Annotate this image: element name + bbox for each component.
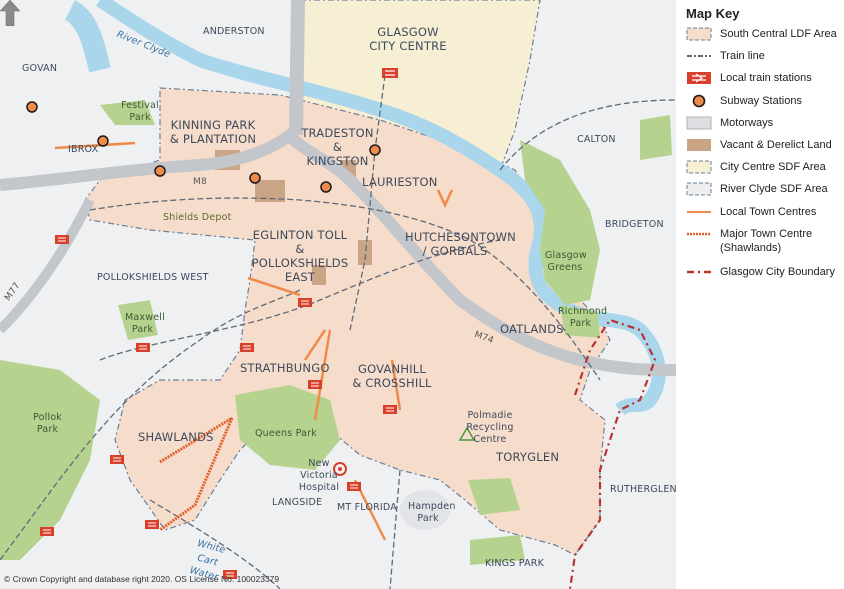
label-govanhill: GOVANHILL & CROSSHILL — [352, 362, 432, 390]
vacant-land — [358, 240, 372, 265]
label-pollokshields-west: POLLOKSHIELDS WEST — [97, 272, 209, 283]
key-item-city-boundary: Glasgow City Boundary — [686, 265, 835, 279]
key-item-train-station: Local train stations — [686, 71, 812, 85]
key-label: Local train stations — [720, 72, 812, 84]
key-item-train-line: Train line — [686, 49, 765, 63]
city-boundary-line — [687, 270, 711, 274]
label-glasgow-city-centre: GLASGOW CITY CENTRE — [369, 25, 447, 53]
label-laurieston: LAURIESTON — [362, 175, 438, 189]
key-label: Vacant & Derelict Land — [720, 139, 832, 151]
key-label: Subway Stations — [720, 95, 802, 107]
key-item-ldf-area: South Central LDF Area — [686, 27, 837, 41]
label-tradeston: TRADESTON & KINGSTON — [301, 126, 374, 168]
motorway-swatch — [686, 116, 712, 130]
label-eglinton-toll: EGLINTON TOLL & POLLOKSHIELDS EAST — [251, 228, 349, 284]
label-pollok-park: Pollok Park — [33, 412, 62, 435]
key-label: Train line — [720, 50, 765, 62]
label-polmadie: Polmadie Recycling Centre — [466, 410, 514, 445]
map-key: Map Key South Central LDF Area Train lin… — [676, 0, 844, 589]
label-langside: LANGSIDE — [272, 497, 323, 508]
label-anderston: ANDERSTON — [203, 26, 265, 37]
label-ibrox: IBROX — [68, 144, 99, 155]
key-label: Motorways — [720, 117, 774, 129]
label-toryglen: TORYGLEN — [496, 450, 560, 464]
label-hutchesontown: HUTCHESONTOWN / GORBALS — [405, 230, 516, 258]
label-kings-park: KINGS PARK — [485, 558, 544, 569]
label-queens-park: Queens Park — [255, 428, 317, 439]
key-item-subway: Subway Stations — [686, 94, 802, 108]
map-key-title: Map Key — [686, 6, 740, 21]
key-label: Major Town Centre (Shawlands) — [720, 228, 813, 254]
subway-station-icon — [692, 94, 706, 108]
calton-park — [640, 115, 672, 160]
train-station-icon — [687, 72, 711, 84]
key-item-motorways: Motorways — [686, 116, 773, 130]
label-kinning-park: KINNING PARK & PLANTATION — [169, 118, 257, 146]
label-mt-florida: MT FLORIDA — [337, 502, 397, 513]
north-arrow-icon — [0, 0, 20, 26]
copyright-notice: © Crown Copyright and database right 202… — [4, 574, 280, 584]
label-govan: GOVAN — [22, 63, 58, 74]
label-festival-park: Festival Park — [121, 100, 159, 123]
vacant-land-swatch — [687, 139, 711, 151]
motorway-north — [289, 0, 305, 136]
label-shawlands: SHAWLANDS — [138, 430, 214, 444]
label-new-victoria: New Victoria Hospital — [298, 458, 340, 493]
key-label: City Centre SDF Area — [720, 161, 826, 173]
key-label: Glasgow City Boundary — [720, 266, 835, 278]
city-centre-sdf-swatch — [686, 160, 712, 174]
label-shields-depot: Shields Depot — [163, 212, 232, 223]
label-calton: CALTON — [577, 134, 616, 145]
key-item-river-clyde-sdf: River Clyde SDF Area — [686, 182, 828, 196]
label-strathbungo: STRATHBUNGO — [240, 361, 330, 375]
label-bridgeton: BRIDGETON — [605, 219, 664, 230]
label-glasgow-greens: Glasgow Greens — [545, 250, 587, 273]
key-label: South Central LDF Area — [720, 28, 837, 40]
label-hampden-park: Hampden Park — [408, 501, 456, 524]
label-oatlands: OATLANDS — [500, 322, 564, 336]
local-town-centre-line — [687, 211, 711, 213]
train-line-icon — [687, 55, 711, 57]
key-label: River Clyde SDF Area — [720, 183, 828, 195]
key-item-major-town-centre: Major Town Centre (Shawlands) — [686, 227, 836, 255]
key-label: Local Town Centres — [720, 206, 817, 218]
key-item-vacant-land: Vacant & Derelict Land — [686, 138, 832, 152]
ldf-area-swatch — [686, 27, 712, 41]
key-item-city-centre-sdf: City Centre SDF Area — [686, 160, 826, 174]
label-rutherglen: RUTHERGLEN — [610, 484, 676, 495]
river-clyde-sdf-swatch — [686, 182, 712, 196]
key-item-local-town-centres: Local Town Centres — [686, 205, 816, 219]
label-m8: M8 — [193, 177, 207, 187]
major-town-centre-line — [687, 232, 711, 236]
label-maxwell-park: Maxwell Park — [125, 312, 165, 335]
map-canvas[interactable]: ANDERSTON GOVAN River Clyde Festival Par… — [0, 0, 676, 589]
label-richmond-park: Richmond Park — [558, 306, 608, 329]
